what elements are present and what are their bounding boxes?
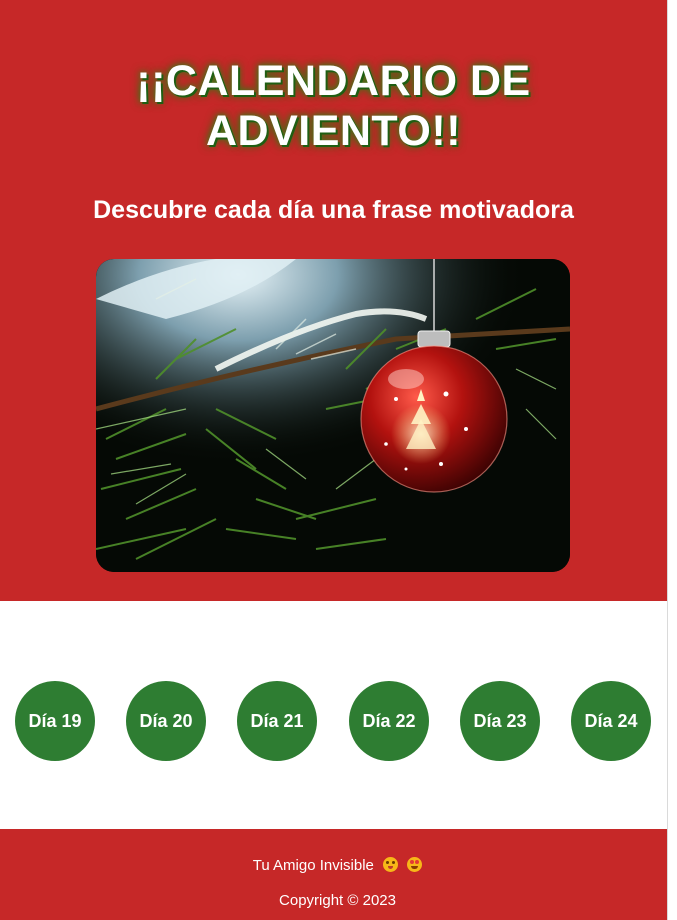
footer-copyright: Copyright © 2023 xyxy=(279,892,396,909)
footer-credit: Tu Amigo Invisible xyxy=(0,857,675,875)
day-19-button[interactable]: Día 19 xyxy=(15,681,95,761)
page: ¡¡CALENDARIO DE ADVIENTO!! Descubre cada… xyxy=(0,0,677,920)
hero-header: ¡¡CALENDARIO DE ADVIENTO!! Descubre cada… xyxy=(0,0,667,601)
title-line-2: ADVIENTO!! xyxy=(205,107,462,155)
day-22-button[interactable]: Día 22 xyxy=(349,681,429,761)
page-title: ¡¡CALENDARIO DE ADVIENTO!! xyxy=(0,56,667,156)
day-21-button[interactable]: Día 21 xyxy=(237,681,317,761)
advent-days-row: Día 19 Día 20 Día 21 Día 22 Día 23 Día 2… xyxy=(0,681,667,761)
ornament-illustration xyxy=(96,259,570,572)
grimacing-emoji-icon xyxy=(383,857,399,872)
page-subtitle: Descubre cada día una frase motivadora xyxy=(93,196,574,224)
day-23-button[interactable]: Día 23 xyxy=(460,681,540,761)
heart-eyes-emoji-icon xyxy=(407,857,423,872)
title-line-1: ¡¡CALENDARIO DE xyxy=(136,57,531,105)
scrollbar-track[interactable] xyxy=(667,0,677,920)
christmas-ornament-image xyxy=(96,259,570,572)
footer-credit-text: Tu Amigo Invisible xyxy=(252,857,374,874)
day-24-button[interactable]: Día 24 xyxy=(571,681,651,761)
day-20-button[interactable]: Día 20 xyxy=(126,681,206,761)
